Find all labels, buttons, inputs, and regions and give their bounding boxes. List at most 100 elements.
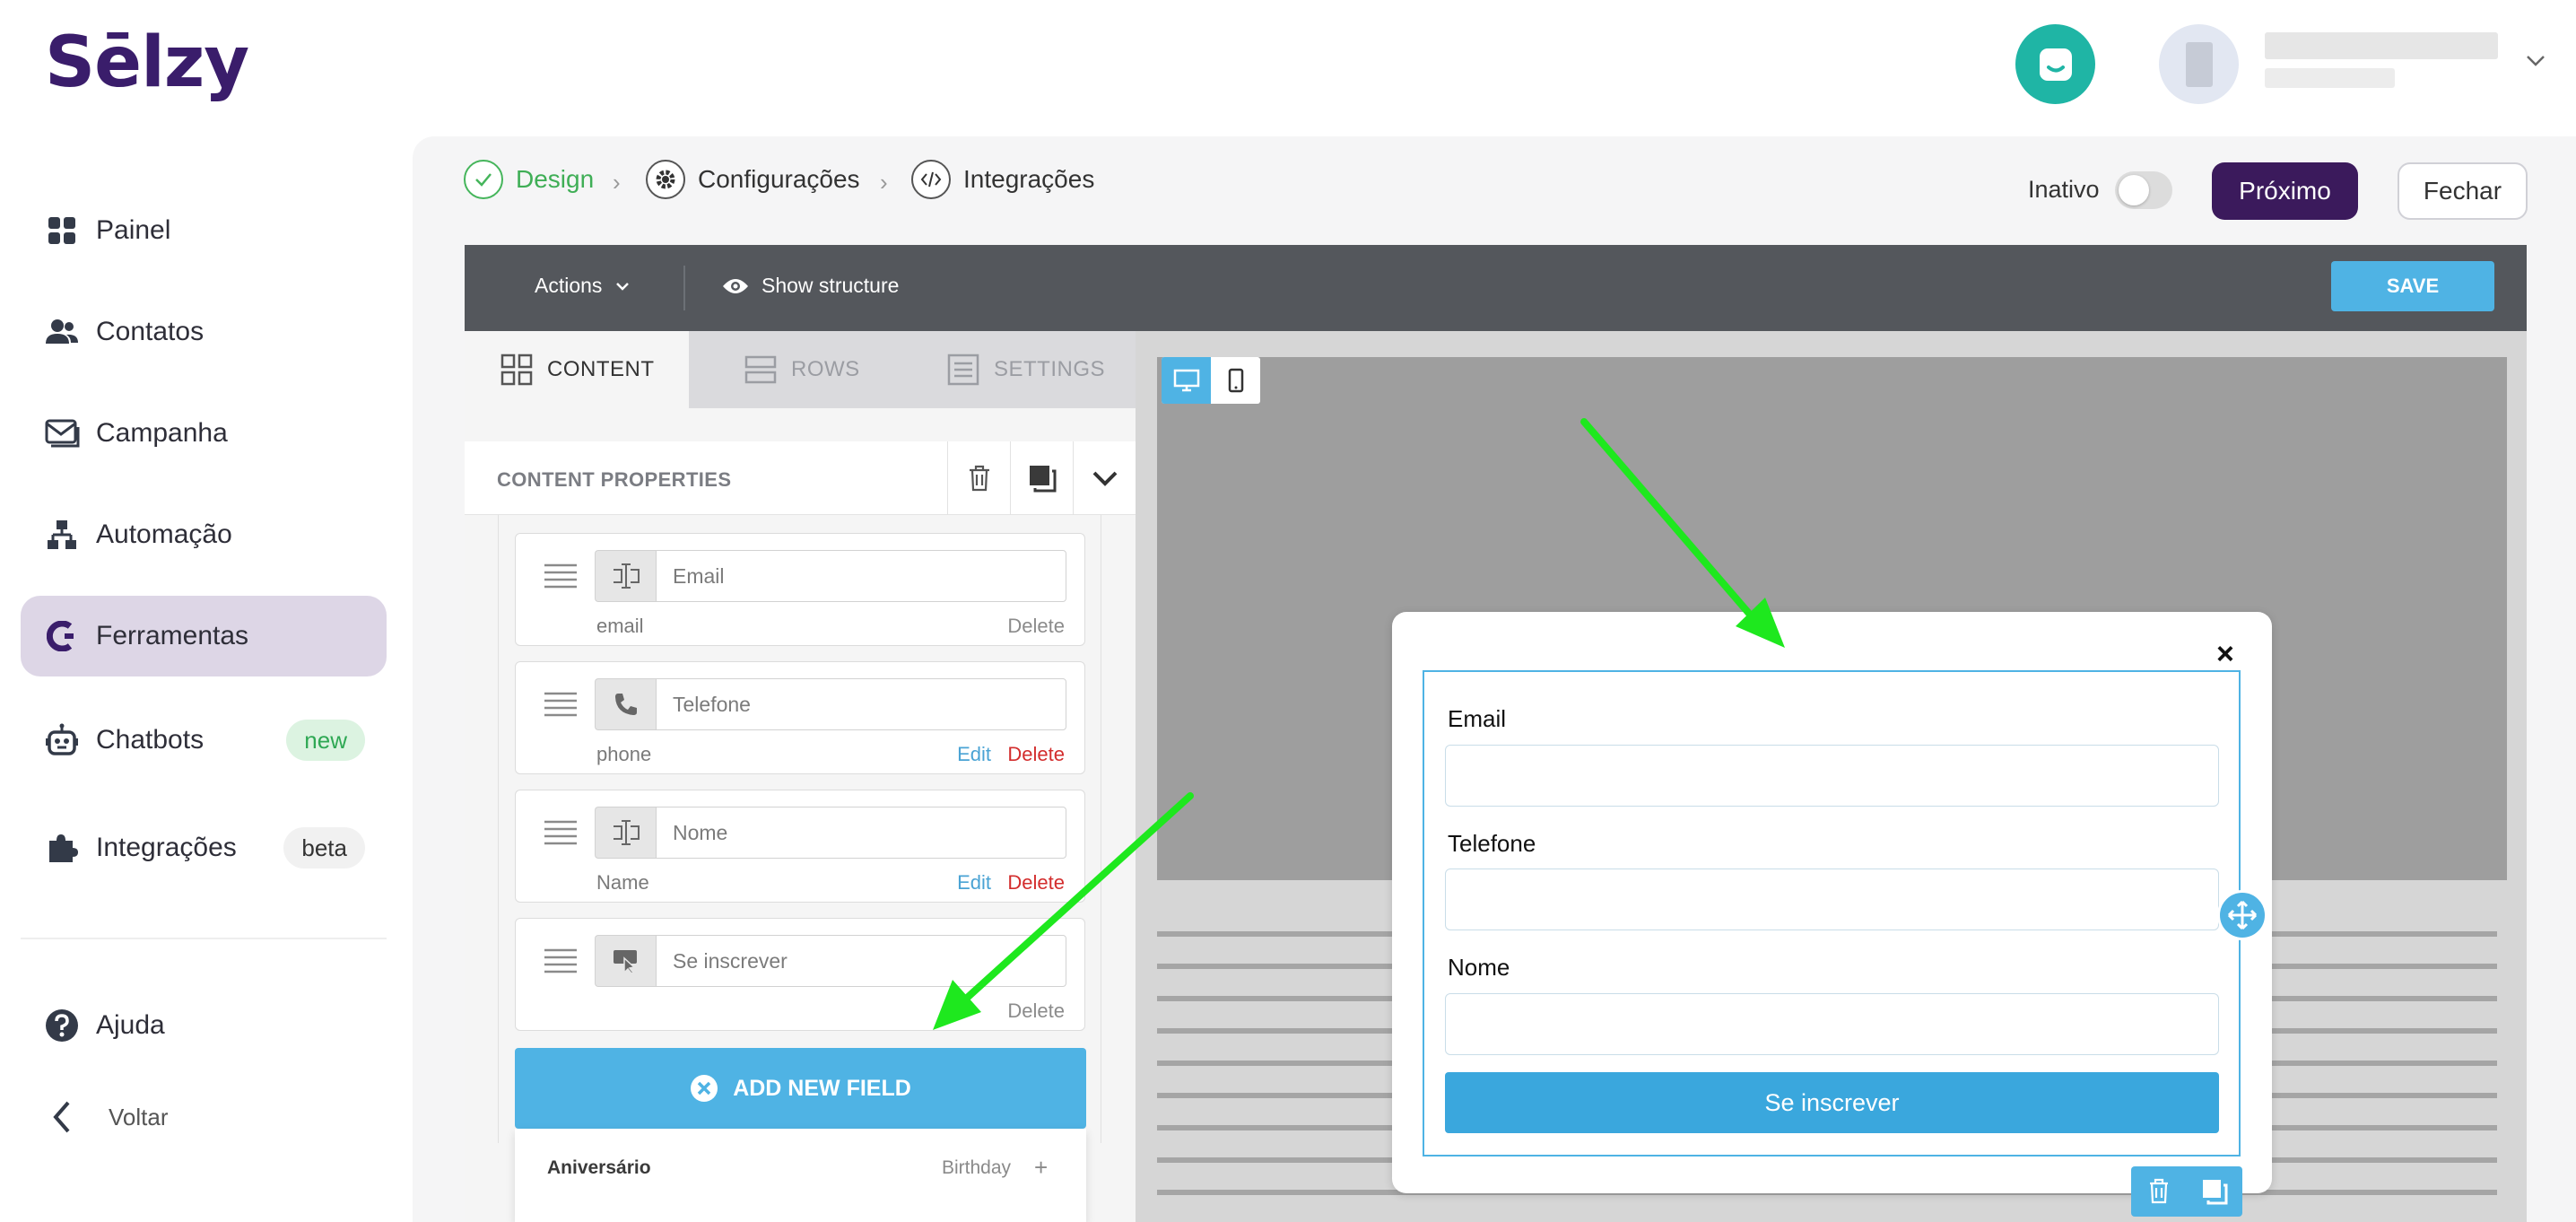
puzzle-icon [44,830,80,866]
edit-link[interactable]: Edit [957,743,991,766]
show-structure-label: Show structure [761,274,900,297]
move-handle-icon[interactable] [2217,890,2267,940]
text-field-icon [595,807,656,859]
add-option-icon[interactable]: + [1034,1154,1048,1182]
edit-link[interactable]: Edit [957,871,991,895]
tab-rows[interactable]: ROWS [744,331,860,408]
field-key: email [596,615,644,637]
sidebar-item-ferramentas[interactable]: Ferramentas [21,596,387,676]
mail-icon [44,415,80,451]
form-field-card[interactable]: Se inscrever Delete [515,918,1085,1031]
delete-block-button[interactable] [2131,1166,2187,1217]
delete-link[interactable]: Delete [1007,999,1065,1023]
sidebar-item-automacao[interactable]: Automação [21,494,387,575]
sidebar-item-chatbots[interactable]: Chatbots new [21,700,387,781]
chevron-down-icon [1092,471,1117,486]
tab-settings[interactable]: SETTINGS [947,331,1105,408]
duplicate-block-button[interactable] [2187,1166,2242,1217]
sidebar-item-label: Contatos [96,317,205,346]
breadcrumb-separator: › [880,169,888,196]
sidebar-item-label: Integrações [96,833,237,862]
flow-icon [44,517,80,553]
actions-menu[interactable]: Actions [535,274,631,298]
form-field-card[interactable]: Telefone phone Edit Delete [515,661,1085,774]
sidebar-item-painel[interactable]: Painel [21,190,387,271]
eye-icon [723,278,748,293]
delete-link[interactable]: Delete [1007,871,1065,895]
delete-link[interactable]: Delete [1007,615,1065,638]
sidebar-item-integracoes[interactable]: Integrações beta [21,807,387,888]
settings-list-icon [947,354,979,386]
field-placeholder: Telefone [656,678,1066,730]
drag-handle-icon[interactable] [543,563,579,589]
form-field-card[interactable]: Email email Delete [515,533,1085,646]
drag-handle-icon[interactable] [543,947,579,974]
form-input-email[interactable] [1445,745,2219,807]
step-label: Configurações [698,165,860,193]
tools-icon [44,618,80,654]
support-chat-button[interactable] [2015,24,2095,104]
form-input-nome[interactable] [1445,993,2219,1055]
actions-label: Actions [535,274,603,297]
grid-icon [44,213,80,249]
collapse-button[interactable] [1073,441,1136,515]
sidebar-item-label: Campanha [96,418,228,448]
desktop-icon [1173,369,1199,392]
form-input-telefone[interactable] [1445,868,2219,930]
form-label-nome: Nome [1448,954,1510,981]
help-icon [44,1008,80,1043]
status-label: Inativo [2028,176,2100,203]
close-icon[interactable]: × [2216,637,2234,672]
chevron-down-icon[interactable] [2522,47,2549,74]
tab-label: CONTENT [547,357,655,381]
dropdown-option-label[interactable]: Aniversário [547,1157,651,1179]
sidebar-divider [21,938,387,939]
subscribe-button[interactable]: Se inscrever [1445,1072,2219,1133]
submit-icon [595,935,656,987]
trash-icon [2150,1178,2168,1204]
beta-badge: beta [283,827,365,868]
show-structure-toggle[interactable]: Show structure [722,274,899,298]
field-key: phone [596,743,652,765]
user-avatar[interactable] [2159,24,2239,104]
form-field-card[interactable]: Nome Name Edit Delete [515,790,1085,903]
block-toolbar [2131,1166,2242,1217]
device-switcher [1162,357,1260,404]
step-design[interactable]: Design [464,160,594,199]
tab-content[interactable]: CONTENT [465,331,689,408]
sidebar-item-campanha[interactable]: Campanha [21,393,387,474]
content-properties-title: CONTENT PROPERTIES [497,468,732,491]
form-label-telefone: Telefone [1448,830,1536,857]
toolbar-divider [683,266,685,310]
step-configuracoes[interactable]: Configurações [646,160,860,199]
trash-icon [969,465,989,492]
step-label: Integrações [963,165,1095,193]
tab-label: SETTINGS [994,357,1106,381]
active-toggle[interactable] [2115,171,2172,209]
save-button[interactable]: SAVE [2331,261,2494,311]
sidebar-item-label: Ajuda [96,1010,165,1040]
sidebar-item-ajuda[interactable]: Ajuda [21,985,387,1066]
delete-link[interactable]: Delete [1007,743,1065,766]
close-button[interactable]: Fechar [2398,162,2528,220]
drag-handle-icon[interactable] [543,691,579,718]
drag-handle-icon[interactable] [543,819,579,846]
step-label: Design [516,165,595,193]
add-new-field-button[interactable]: ADD NEW FIELD [515,1048,1086,1129]
next-button[interactable]: Próximo [2212,162,2358,220]
mobile-view-button[interactable] [1211,357,1260,404]
sidebar-item-contatos[interactable]: Contatos [21,292,387,372]
sidebar-item-label: Automação [96,519,232,549]
editor-tabs: CONTENT ROWS SETTINGS [465,331,1136,408]
delete-block-button[interactable] [947,441,1010,515]
duplicate-block-button[interactable] [1010,441,1073,515]
duplicate-icon [2203,1180,2228,1205]
field-placeholder: Se inscrever [656,935,1066,987]
sidebar-item-label: Chatbots [96,725,205,755]
mobile-icon [1228,368,1243,393]
desktop-view-button[interactable] [1162,357,1211,404]
chevron-down-icon [616,282,630,291]
back-link[interactable]: Voltar [21,1077,387,1157]
back-label: Voltar [109,1103,169,1130]
step-integracoes[interactable]: Integrações [911,160,1094,199]
